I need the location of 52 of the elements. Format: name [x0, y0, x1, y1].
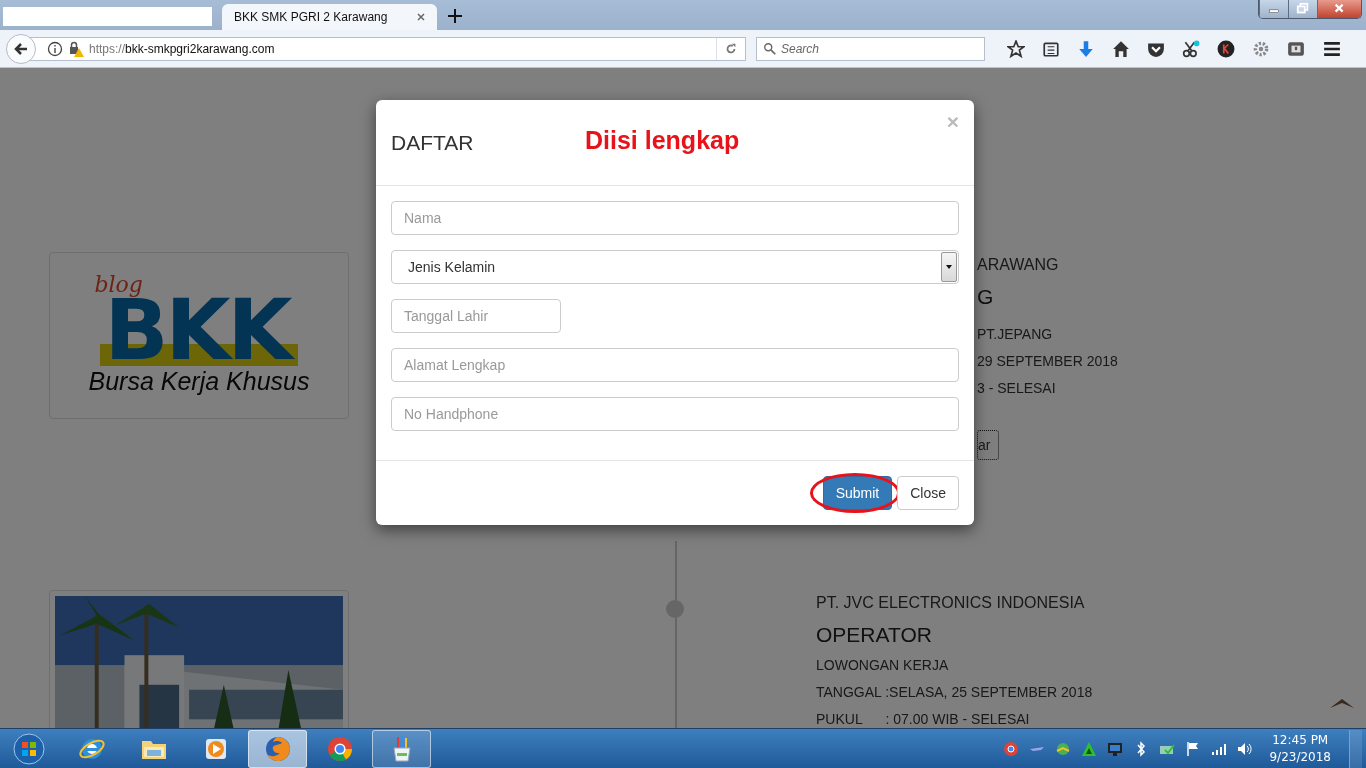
job-detail: PUKUL : 07.00 WIB - SELESAI: [816, 710, 1031, 728]
apply-button[interactable]: ar: [977, 430, 1000, 460]
star-icon[interactable]: [1007, 39, 1025, 58]
job-detail: 29 SEPTEMBER 2018: [977, 352, 1118, 370]
browser-tab[interactable]: BKK SMK PGRI 2 Karawang: [222, 4, 437, 30]
plus-icon[interactable]: [447, 8, 463, 24]
annotation-text: Diisi lengkap: [585, 126, 740, 155]
job-detail: LOWONGAN KERJA: [816, 656, 950, 674]
company-name: ARAWANG: [977, 255, 1060, 275]
job-title: OPERATOR: [816, 623, 933, 647]
minimize-button[interactable]: [1259, 0, 1288, 18]
reload-icon[interactable]: [724, 41, 738, 56]
monitor-icon[interactable]: [1107, 740, 1124, 757]
input-field[interactable]: No Handphone: [391, 397, 959, 431]
close-button[interactable]: Close: [897, 476, 959, 510]
job-title: G: [977, 285, 995, 309]
chrome-icon[interactable]: [1003, 740, 1020, 757]
info-icon[interactable]: [47, 40, 63, 57]
restore-button[interactable]: [1288, 0, 1317, 18]
job-detail: TANGGAL :SELASA, 25 SEPTEMBER 2018: [816, 683, 1093, 701]
close-window-button[interactable]: [1317, 0, 1361, 18]
job-detail: 3 - SELESAI: [977, 379, 1057, 397]
input-field[interactable]: Alamat Lengkap: [391, 348, 959, 382]
job-detail: PT.JEPANG: [977, 325, 1054, 343]
close-icon[interactable]: [415, 11, 427, 23]
date-field[interactable]: Tanggal Lahir: [391, 299, 561, 333]
back-button[interactable]: [6, 33, 36, 64]
lock-warning-icon[interactable]: [68, 40, 84, 57]
taskbar-button[interactable]: [372, 729, 431, 768]
search-icon[interactable]: [763, 41, 777, 56]
address-field[interactable]: https://bkk-smkpgri2karawang.com: [30, 36, 746, 61]
clock-date[interactable]: 9/23/2018: [1269, 748, 1331, 766]
start-orb-icon[interactable]: [13, 732, 45, 765]
search-field[interactable]: Search: [756, 36, 985, 61]
k-circle-icon[interactable]: [1217, 39, 1235, 58]
chrome-icon[interactable]: [325, 734, 354, 763]
menu-icon[interactable]: [1322, 39, 1342, 58]
taskbar-button[interactable]: [248, 729, 307, 768]
gear-icon[interactable]: [1252, 39, 1270, 58]
fox-globe-icon[interactable]: [263, 734, 292, 763]
scissors-icon[interactable]: [1182, 39, 1200, 58]
submit-button[interactable]: Submit: [822, 476, 893, 510]
select-field[interactable]: Jenis Kelamin: [391, 250, 959, 284]
input-field[interactable]: Nama: [391, 201, 959, 235]
clock-time[interactable]: 12:45 PM: [1272, 731, 1329, 749]
dialog-title: DAFTAR: [391, 130, 475, 155]
download-icon[interactable]: [1077, 39, 1095, 58]
extension-icon[interactable]: [1287, 39, 1305, 58]
triangle-icon[interactable]: [1081, 740, 1098, 757]
company-name: PT. JVC ELECTRONICS INDONESIA: [816, 593, 1086, 613]
home-icon[interactable]: [1112, 39, 1130, 58]
back-arrow-icon: [13, 40, 29, 57]
